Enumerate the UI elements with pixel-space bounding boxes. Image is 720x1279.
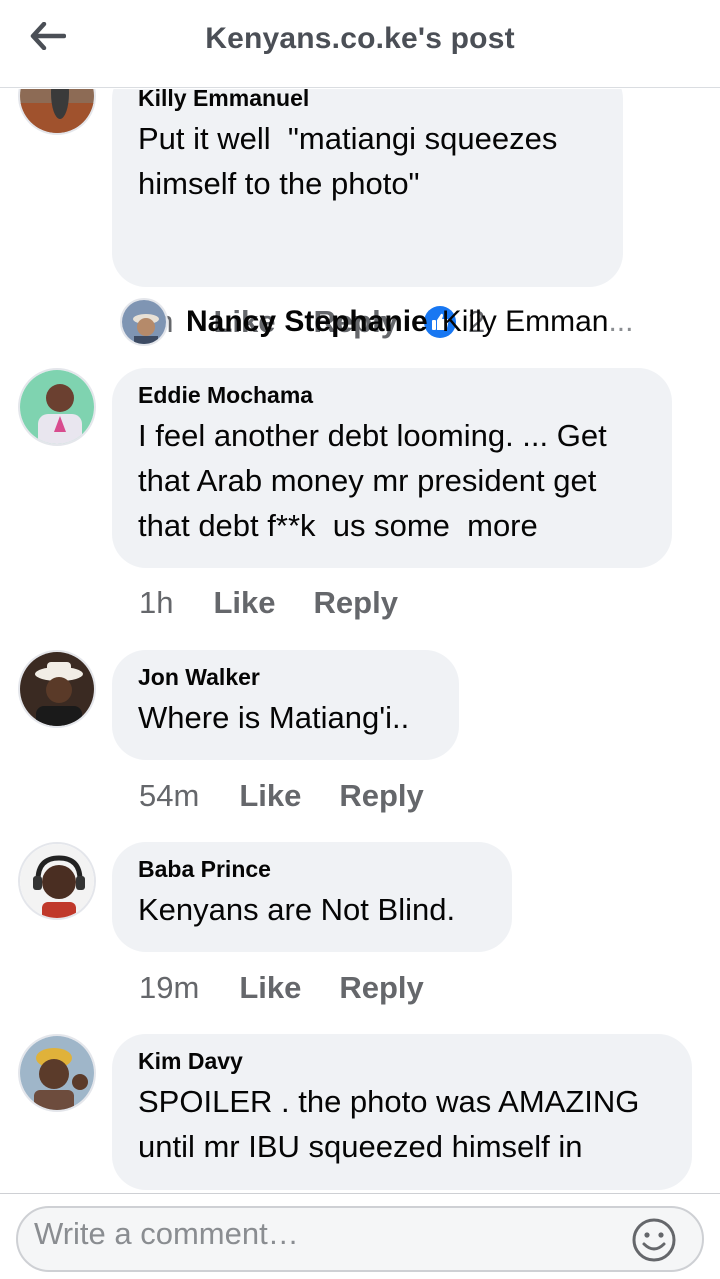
comment-text: I feel another debt looming. ... Get tha… — [138, 418, 607, 543]
comment-author[interactable]: Baba Prince — [138, 856, 486, 883]
avatar — [120, 298, 168, 346]
comment-author[interactable]: Jon Walker — [138, 664, 433, 691]
avatar[interactable] — [18, 842, 96, 920]
comment-text: Kenyans are Not Blind. — [138, 892, 456, 927]
reply-button[interactable]: Reply — [339, 970, 423, 1006]
comment-composer: Write a comment… — [0, 1193, 720, 1279]
like-button[interactable]: Like — [239, 778, 301, 814]
comment-input[interactable]: Write a comment… — [16, 1206, 704, 1272]
like-button[interactable]: Like — [213, 585, 275, 621]
comment-text: SPOILER . the photo was AMAZING until mr… — [138, 1084, 640, 1164]
like-button[interactable]: Like — [239, 970, 301, 1006]
avatar[interactable] — [18, 1034, 96, 1112]
avatar[interactable] — [18, 89, 96, 135]
avatar[interactable] — [18, 368, 96, 446]
avatar[interactable] — [18, 650, 96, 728]
comment-bubble[interactable]: Eddie Mochama I feel another debt loomin… — [112, 368, 672, 568]
comment-text: Put it well "matiangi squeezes himself t… — [138, 121, 558, 201]
comment-actions: 54m Like Reply — [139, 776, 450, 816]
reply-button[interactable]: Reply — [314, 585, 398, 621]
comment-bubble[interactable]: Jon Walker Where is Matiang'i.. — [112, 650, 459, 760]
comment-time[interactable]: 1h — [139, 585, 173, 621]
comment-bubble[interactable]: Kim Davy SPOILER . the photo was AMAZING… — [112, 1034, 692, 1190]
comment-placeholder: Write a comment… — [34, 1216, 299, 1251]
reply-ellipsis: ... — [608, 305, 634, 338]
comment-item: Baba Prince Kenyans are Not Blind. 19m L… — [0, 842, 720, 1012]
comment-author[interactable]: Eddie Mochama — [138, 382, 646, 409]
reply-preview[interactable]: Nancy Stephanie Killy Emman... — [120, 297, 633, 347]
comment-actions: 1h Like Reply — [139, 583, 424, 623]
comment-author[interactable]: Kim Davy — [138, 1048, 666, 1075]
reply-text: Killy Emman — [441, 305, 609, 338]
page-title: Kenyans.co.ke's post — [205, 22, 515, 55]
comment-time[interactable]: 54m — [139, 778, 199, 814]
reply-button[interactable]: Reply — [339, 778, 423, 814]
comment-item: Eddie Mochama I feel another debt loomin… — [0, 368, 720, 628]
comment-time[interactable]: 19m — [139, 970, 199, 1006]
comment-item: Killy Emmanuel Put it well "matiangi squ… — [0, 89, 720, 365]
smiley-icon[interactable] — [630, 1216, 678, 1264]
reply-author: Nancy Stephanie — [186, 305, 428, 338]
comment-item: Kim Davy SPOILER . the photo was AMAZING… — [0, 1034, 720, 1193]
comment-actions: 19m Like Reply — [139, 968, 450, 1008]
comment-bubble[interactable]: Baba Prince Kenyans are Not Blind. — [112, 842, 512, 952]
comment-author[interactable]: Killy Emmanuel — [138, 89, 597, 112]
comment-text: Where is Matiang'i.. — [138, 700, 410, 735]
comments-feed[interactable]: Killy Emmanuel Put it well "matiangi squ… — [0, 89, 720, 1193]
comment-item: Jon Walker Where is Matiang'i.. 54m Like… — [0, 650, 720, 820]
comment-bubble[interactable]: Killy Emmanuel Put it well "matiangi squ… — [112, 89, 623, 287]
post-header: Kenyans.co.ke's post — [0, 0, 720, 88]
